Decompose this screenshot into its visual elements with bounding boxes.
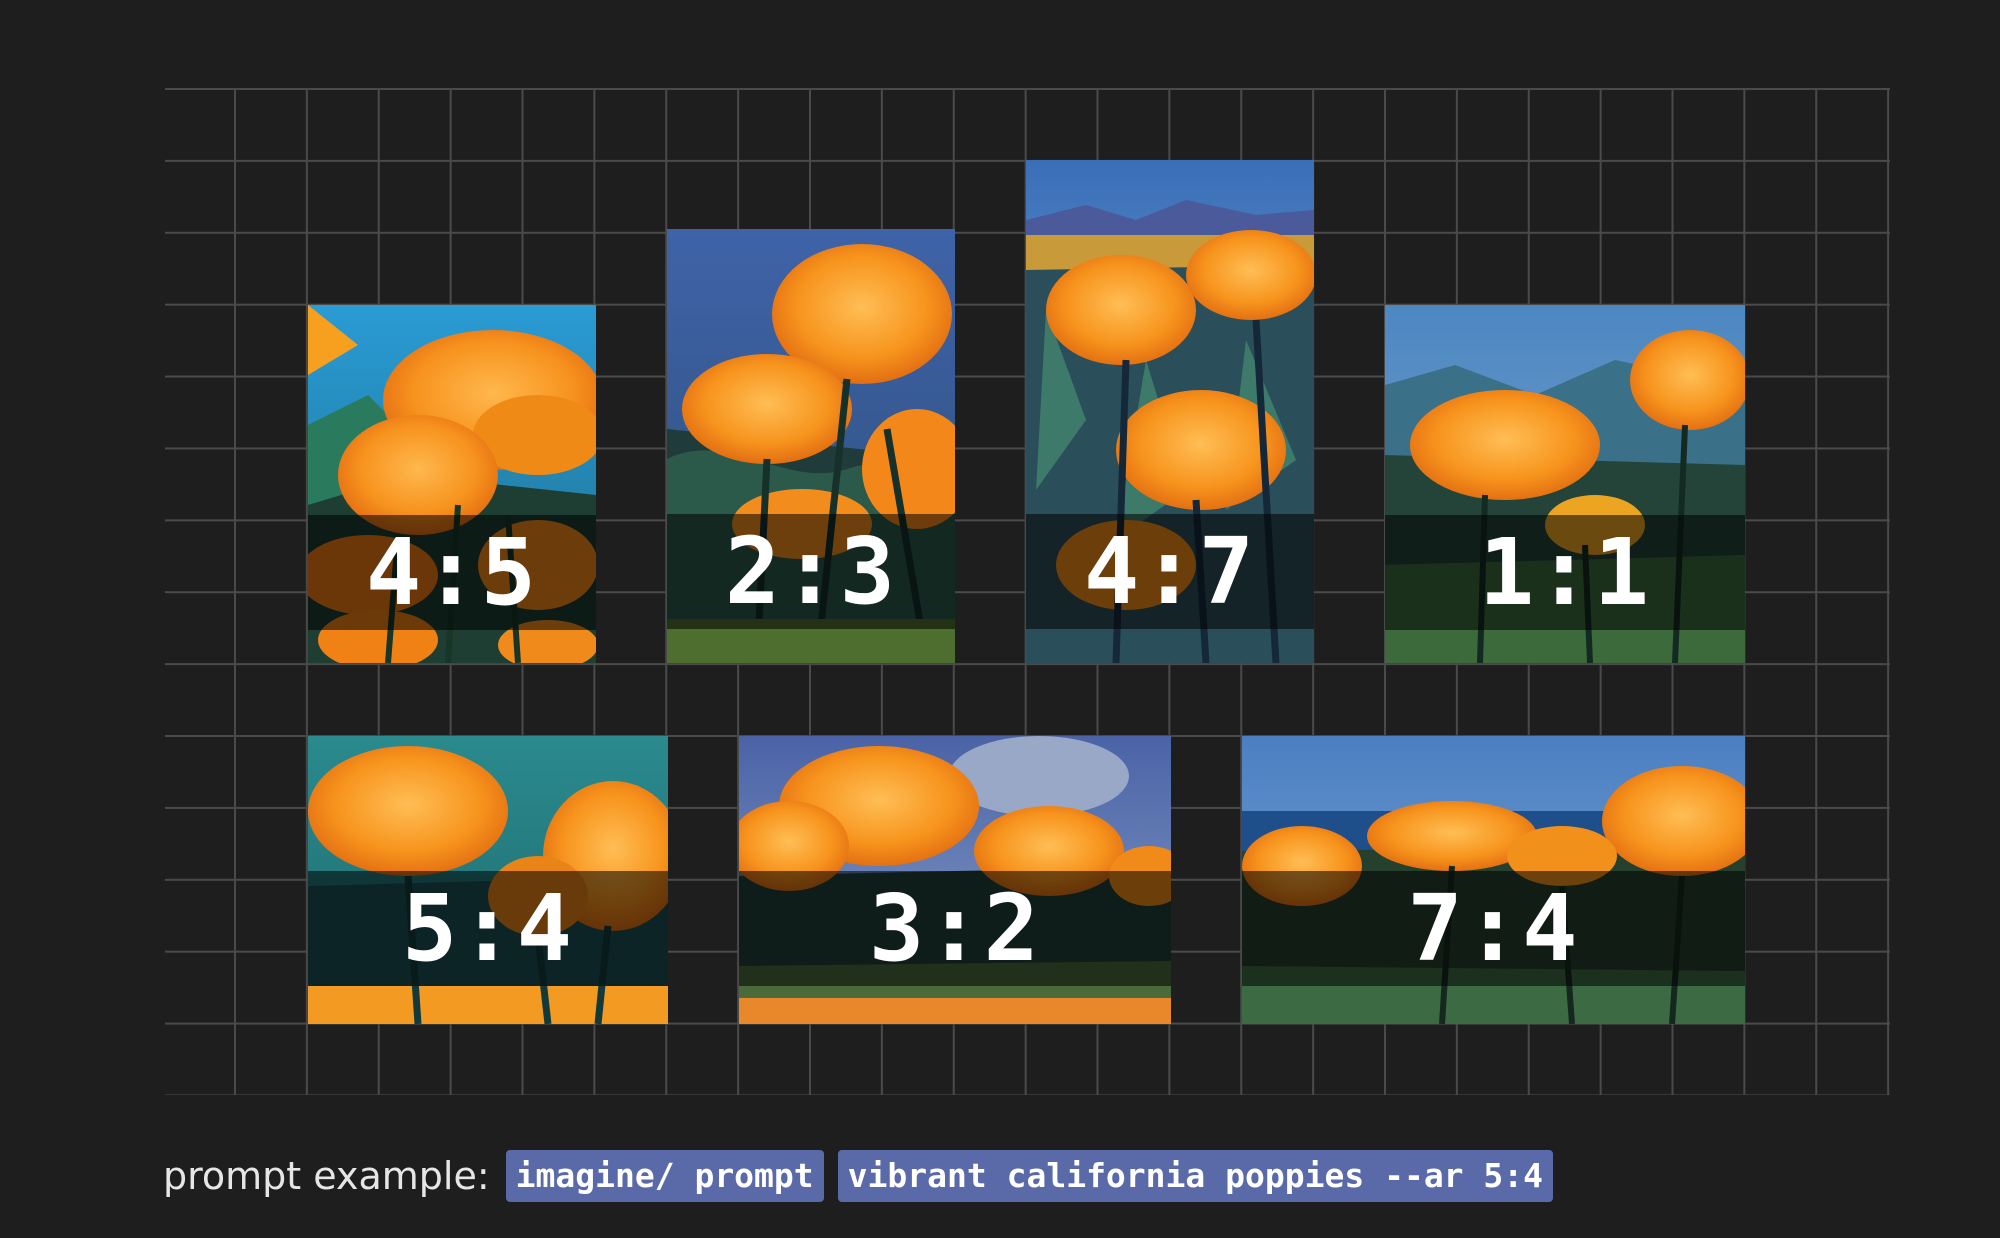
ratio-label: 3:2 <box>868 874 1042 982</box>
ratio-label: 5:4 <box>401 874 575 982</box>
aspect-ratio-tile-2-3[interactable]: 2:3 <box>667 229 955 663</box>
aspect-ratio-tile-5-4[interactable]: 5:4 <box>308 736 668 1024</box>
ratio-label: 4:5 <box>365 518 539 626</box>
ratio-label-band: 2:3 <box>667 514 955 629</box>
ratio-label-band: 4:5 <box>308 515 596 630</box>
aspect-ratio-tile-4-5[interactable]: 4:5 <box>308 305 596 663</box>
ratio-label-band: 7:4 <box>1242 871 1745 986</box>
ratio-label: 4:7 <box>1083 517 1257 625</box>
prompt-command-chip[interactable]: imagine/ prompt <box>505 1149 824 1203</box>
ratio-label: 7:4 <box>1407 874 1580 982</box>
prompt-example-row: prompt example: imagine/ prompt vibrant … <box>163 1148 1554 1204</box>
ratio-label-band: 4:7 <box>1026 514 1314 629</box>
aspect-ratio-tile-7-4[interactable]: 7:4 <box>1242 736 1745 1024</box>
prompt-example-label: prompt example: <box>163 1154 490 1198</box>
aspect-ratio-tile-3-2[interactable]: 3:2 <box>739 736 1171 1024</box>
ratio-label-band: 3:2 <box>739 871 1171 986</box>
ratio-label: 2:3 <box>724 517 898 625</box>
ratio-label: 1:1 <box>1478 518 1652 626</box>
ratio-label-band: 5:4 <box>308 871 668 986</box>
ratio-label-band: 1:1 <box>1385 515 1745 630</box>
prompt-text-chip[interactable]: vibrant california poppies --ar 5:4 <box>837 1149 1554 1203</box>
aspect-ratio-tile-1-1[interactable]: 1:1 <box>1385 305 1745 663</box>
aspect-ratio-tile-4-7[interactable]: 4:7 <box>1026 160 1314 663</box>
